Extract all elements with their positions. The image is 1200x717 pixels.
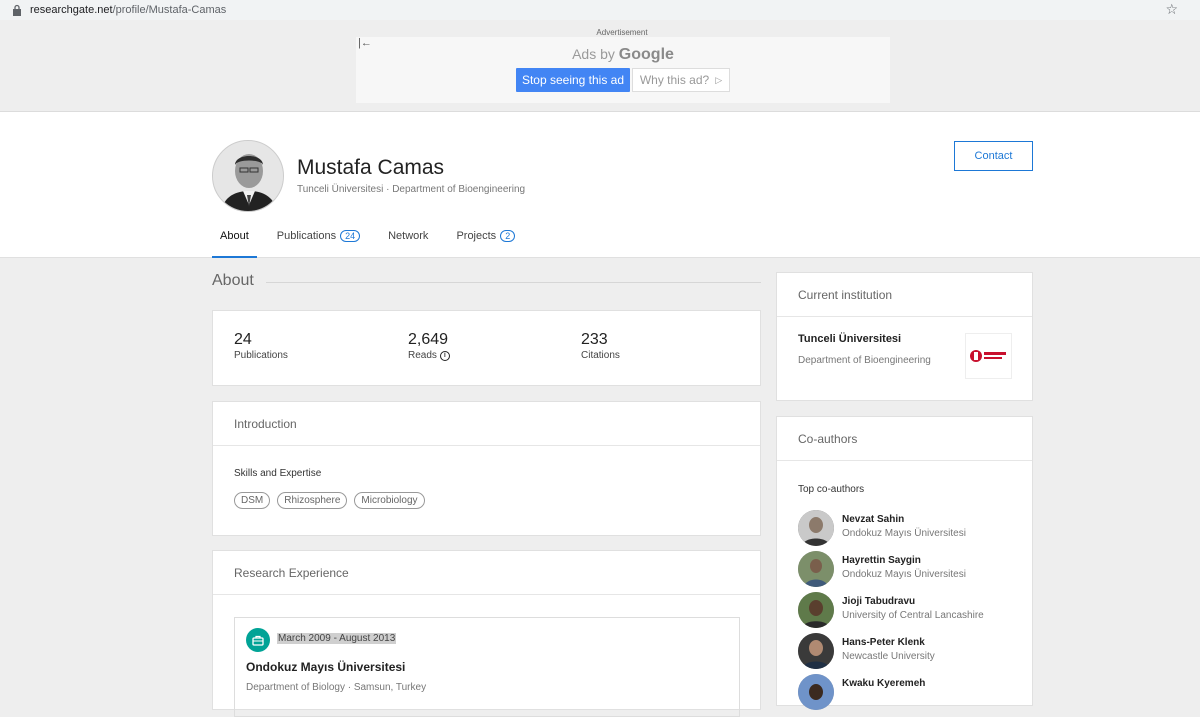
coauthor-affiliation: University of Central Lancashire (842, 610, 984, 621)
coauthor-item[interactable]: Hans-Peter Klenk Newcastle University (798, 633, 1028, 669)
advertisement-area: Advertisement |← Ads by Google Stop seei… (0, 20, 1200, 112)
coauthor-name[interactable]: Hayrettin Saygin (842, 555, 921, 566)
stat-citations-value: 233 (581, 331, 608, 348)
briefcase-icon (246, 628, 270, 652)
coauthors-heading: Co-authors (777, 417, 1032, 461)
coauthor-item[interactable]: Jioji Tabudravu University of Central La… (798, 592, 1028, 628)
skills-heading: Skills and Expertise (234, 468, 322, 479)
avatar-portrait (213, 141, 283, 211)
top-coauthors-label: Top co-authors (798, 484, 865, 495)
profile-avatar[interactable] (212, 140, 284, 212)
skill-chip[interactable]: Rhizosphere (277, 492, 348, 509)
coauthor-item[interactable]: Nevzat Sahin Ondokuz Mayıs Üniversitesi (798, 510, 1028, 546)
experience-date: March 2009 - August 2013 (277, 633, 397, 644)
why-this-ad-label: Why this ad? (639, 73, 710, 87)
profile-tabs: About Publications 24 Network Projects 2 (212, 214, 543, 258)
tab-network-label: Network (388, 230, 429, 242)
profile-affiliation[interactable]: Tunceli Üniversitesi · Department of Bio… (297, 184, 525, 195)
stat-citations[interactable]: 233 Citations (581, 331, 620, 361)
coauthor-affiliation: Ondokuz Mayıs Üniversitesi (842, 569, 966, 580)
coauthor-item[interactable]: Kwaku Kyeremeh (798, 674, 1028, 710)
tab-about-label: About (220, 230, 249, 242)
current-institution-heading: Current institution (777, 273, 1032, 317)
institution-logo[interactable] (965, 333, 1012, 379)
research-experience-card: Research Experience March 2009 - August … (212, 550, 761, 717)
google-logo: Google (618, 46, 674, 63)
tab-network[interactable]: Network (388, 214, 428, 258)
browser-url-bar[interactable]: researchgate.net /profile/Mustafa-Camas … (0, 0, 1200, 20)
play-icon: ▷ (715, 74, 723, 85)
lock-icon (13, 4, 21, 16)
coauthor-name[interactable]: Nevzat Sahin (842, 514, 904, 525)
coauthor-affiliation: Ondokuz Mayıs Üniversitesi (842, 528, 966, 539)
coauthor-name[interactable]: Hans-Peter Klenk (842, 637, 925, 648)
bookmark-star-icon[interactable]: ☆ (1165, 1, 1178, 18)
why-this-ad-button[interactable]: Why this ad? ▷ (632, 68, 730, 92)
tunceli-logo-icon (969, 350, 1006, 362)
projects-count-badge: 2 (500, 230, 516, 242)
profile-name: Mustafa Camas (297, 156, 445, 179)
stat-reads-value: 2,649 (408, 331, 449, 348)
current-institution-card: Current institution Tunceli Üniversitesi… (776, 272, 1033, 401)
stat-reads-label: Reads (408, 350, 437, 361)
publications-count-badge: 24 (340, 230, 361, 242)
stat-publications-value: 24 (234, 331, 252, 348)
tab-about[interactable]: About (212, 214, 257, 258)
profile-header: Mustafa Camas Tunceli Üniversitesi · Dep… (0, 112, 1200, 258)
institution-name[interactable]: Tunceli Üniversitesi (798, 333, 901, 345)
coauthor-avatar[interactable] (798, 674, 834, 710)
stop-seeing-ad-button[interactable]: Stop seeing this ad (516, 68, 630, 92)
experience-item: March 2009 - August 2013 Ondokuz Mayıs Ü… (234, 617, 740, 717)
stat-reads[interactable]: 2,649 Reads i (408, 331, 450, 361)
contact-button[interactable]: Contact (954, 141, 1033, 171)
tab-publications-label: Publications (276, 230, 337, 242)
tab-projects[interactable]: Projects 2 (456, 214, 516, 258)
about-heading: About (212, 272, 254, 289)
coauthor-avatar[interactable] (798, 551, 834, 587)
skill-chip[interactable]: DSM (234, 492, 271, 509)
coauthor-name[interactable]: Jioji Tabudravu (842, 596, 915, 607)
about-divider (266, 282, 761, 283)
tab-projects-label: Projects (456, 230, 497, 242)
ads-by-google: Ads by Google (356, 46, 890, 64)
coauthor-name[interactable]: Kwaku Kyeremeh (842, 678, 925, 689)
experience-department: Department of Biology · Samsun, Turkey (246, 682, 427, 693)
skills-list: DSM Rhizosphere Microbiology (234, 492, 425, 509)
ads-by-label: Ads by (572, 46, 615, 62)
tab-publications[interactable]: Publications 24 (276, 214, 361, 258)
coauthor-avatar[interactable] (798, 510, 834, 546)
coauthor-item[interactable]: Hayrettin Saygin Ondokuz Mayıs Üniversit… (798, 551, 1028, 587)
skill-chip[interactable]: Microbiology (354, 492, 425, 509)
coauthors-card: Co-authors Top co-authors Nevzat Sahin O… (776, 416, 1033, 710)
introduction-card: Introduction Skills and Expertise DSM Rh… (212, 401, 761, 536)
coauthor-avatar[interactable] (798, 633, 834, 669)
ad-box: |← Ads by Google Stop seeing this ad Why… (356, 37, 890, 103)
stat-publications[interactable]: 24 Publications (234, 331, 288, 361)
url-path: /profile/Mustafa-Camas (112, 4, 227, 16)
info-icon[interactable]: i (439, 350, 450, 361)
url-domain: researchgate.net (30, 4, 113, 16)
ad-label: Advertisement (596, 28, 648, 37)
coauthor-avatar[interactable] (798, 592, 834, 628)
institution-department[interactable]: Department of Bioengineering (798, 355, 931, 366)
stats-card: 24 Publications 2,649 Reads i 233 Citati… (212, 310, 761, 386)
stat-publications-label: Publications (234, 350, 288, 361)
experience-institution[interactable]: Ondokuz Mayıs Üniversitesi (246, 660, 405, 674)
introduction-heading: Introduction (213, 402, 760, 446)
coauthor-affiliation: Newcastle University (842, 651, 935, 662)
stat-citations-label: Citations (581, 350, 620, 361)
research-experience-heading: Research Experience (213, 551, 760, 595)
